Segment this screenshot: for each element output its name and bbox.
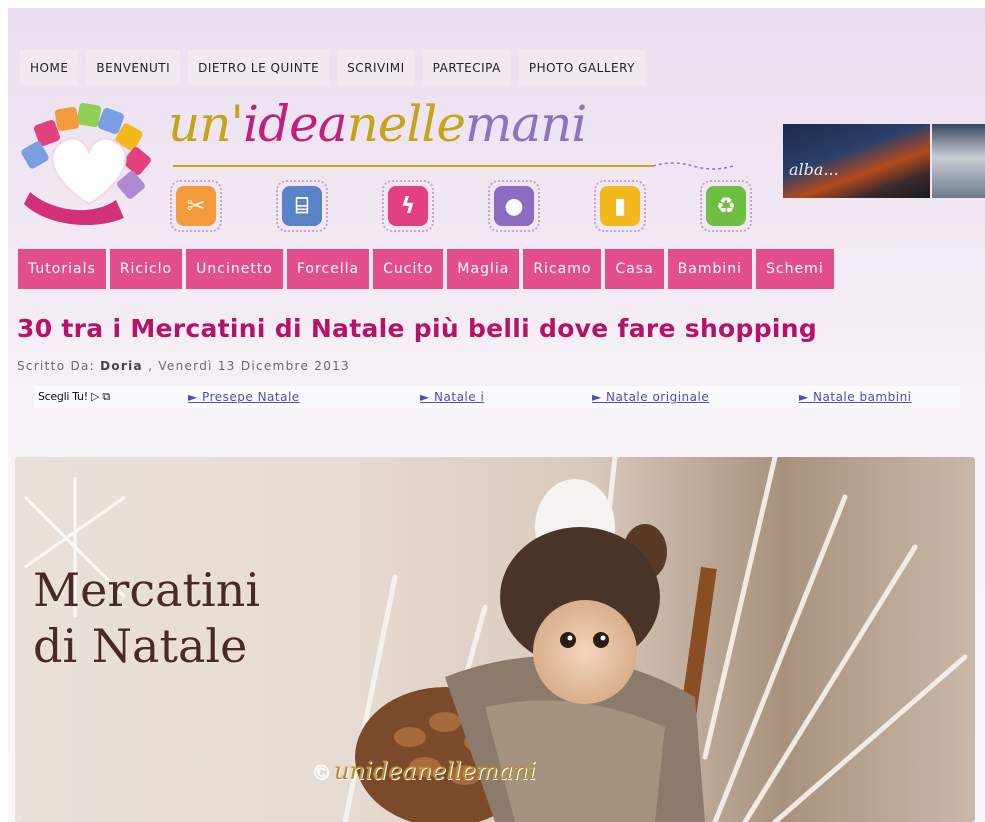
site-logo[interactable]: un'ideanellemani: [168, 95, 587, 153]
hero-watermark: © unideanellemani: [311, 757, 536, 785]
craft-icon-tile[interactable]: ♻: [700, 180, 752, 232]
top-nav-benvenuti[interactable]: BENVENUTI: [86, 50, 181, 86]
header-banner[interactable]: alba...: [783, 124, 985, 198]
category-ricamo[interactable]: Ricamo: [523, 249, 602, 289]
thread-spool-icon: ⌸: [282, 186, 322, 226]
scissors-icon: ✂: [176, 186, 216, 226]
hero-title-line1: Mercatini: [33, 563, 261, 617]
banner-photo-mountain: [931, 124, 985, 198]
ad-link-presepe-natale[interactable]: ► Presepe Natale: [188, 390, 420, 404]
category-nav: Tutorials Riciclo Uncinetto Forcella Cuc…: [18, 249, 838, 289]
logo-part-un: un': [168, 95, 244, 153]
copyright-symbol: ©: [311, 760, 331, 784]
page: HOME BENVENUTI DIETRO LE QUINTE SCRIVIMI…: [8, 8, 985, 822]
glue-bottle-icon: ▮: [600, 186, 640, 226]
ad-link-natale-bambini[interactable]: ► Natale bambini: [799, 390, 912, 404]
top-nav-photo-gallery[interactable]: PHOTO GALLERY: [518, 50, 645, 86]
logo-part-nelle: nelle: [346, 95, 466, 153]
craft-icon-tile[interactable]: ✂: [170, 180, 222, 232]
banner-photo-alba: alba...: [783, 124, 930, 198]
post-date: , Venerdì 13 Dicembre 2013: [148, 359, 351, 373]
needle-thread-icon: ϟ: [388, 186, 428, 226]
ad-links-row: Scegli Tu! ▷ ⧉ ► Presepe Natale ► Natale…: [34, 386, 960, 408]
play-icon: ▷: [91, 390, 100, 403]
ad-choices-label[interactable]: Scegli Tu! ▷ ⧉: [38, 390, 188, 404]
category-bambini[interactable]: Bambini: [667, 249, 753, 289]
hero-title-line2: di Natale: [33, 619, 248, 673]
watermark-text: unideanellemani: [334, 757, 536, 785]
category-tutorials[interactable]: Tutorials: [18, 249, 106, 289]
post-hero-image[interactable]: Mercatini di Natale © unideanellemani: [15, 457, 975, 822]
banner-text: alba...: [789, 160, 839, 179]
top-nav: HOME BENVENUTI DIETRO LE QUINTE SCRIVIMI…: [20, 50, 653, 86]
external-link-icon: ⧉: [102, 390, 110, 403]
ad-link-natale-i[interactable]: ► Natale i: [420, 390, 592, 404]
category-riciclo[interactable]: Riciclo: [109, 249, 183, 289]
top-nav-home[interactable]: HOME: [20, 50, 79, 86]
recycle-icon: ♻: [706, 186, 746, 226]
top-nav-dietro-le-quinte[interactable]: DIETRO LE QUINTE: [188, 50, 330, 86]
post-author: Doria: [100, 359, 143, 373]
byline-prefix: Scritto Da:: [17, 359, 95, 373]
logo-heart-icon[interactable]: [20, 100, 158, 228]
craft-icons-row: ✂ ⌸ ϟ ● ▮ ♻: [170, 180, 760, 240]
ad-choices-text: Scegli Tu!: [38, 390, 88, 403]
craft-icon-tile[interactable]: ●: [488, 180, 540, 232]
post-title[interactable]: 30 tra i Mercatini di Natale più belli d…: [17, 314, 977, 343]
logo-part-mani: mani: [464, 95, 587, 153]
logo-underline: [173, 162, 733, 170]
category-casa[interactable]: Casa: [605, 249, 664, 289]
logo-part-idea: idea: [243, 95, 347, 153]
ad-link-natale-originale[interactable]: ► Natale originale: [592, 390, 799, 404]
category-uncinetto[interactable]: Uncinetto: [186, 249, 283, 289]
yarn-ball-icon: ●: [494, 186, 534, 226]
top-nav-partecipa[interactable]: PARTECIPA: [422, 50, 511, 86]
craft-icon-tile[interactable]: ϟ: [382, 180, 434, 232]
craft-icon-tile[interactable]: ▮: [594, 180, 646, 232]
category-maglia[interactable]: Maglia: [447, 249, 520, 289]
category-forcella[interactable]: Forcella: [286, 249, 370, 289]
hero-title: Mercatini di Natale: [33, 562, 260, 674]
post-byline: Scritto Da: Doria , Venerdì 13 Dicembre …: [17, 359, 350, 373]
craft-icon-tile[interactable]: ⌸: [276, 180, 328, 232]
category-schemi[interactable]: Schemi: [756, 249, 834, 289]
top-nav-scrivimi[interactable]: SCRIVIMI: [337, 50, 415, 86]
category-cucito[interactable]: Cucito: [373, 249, 444, 289]
